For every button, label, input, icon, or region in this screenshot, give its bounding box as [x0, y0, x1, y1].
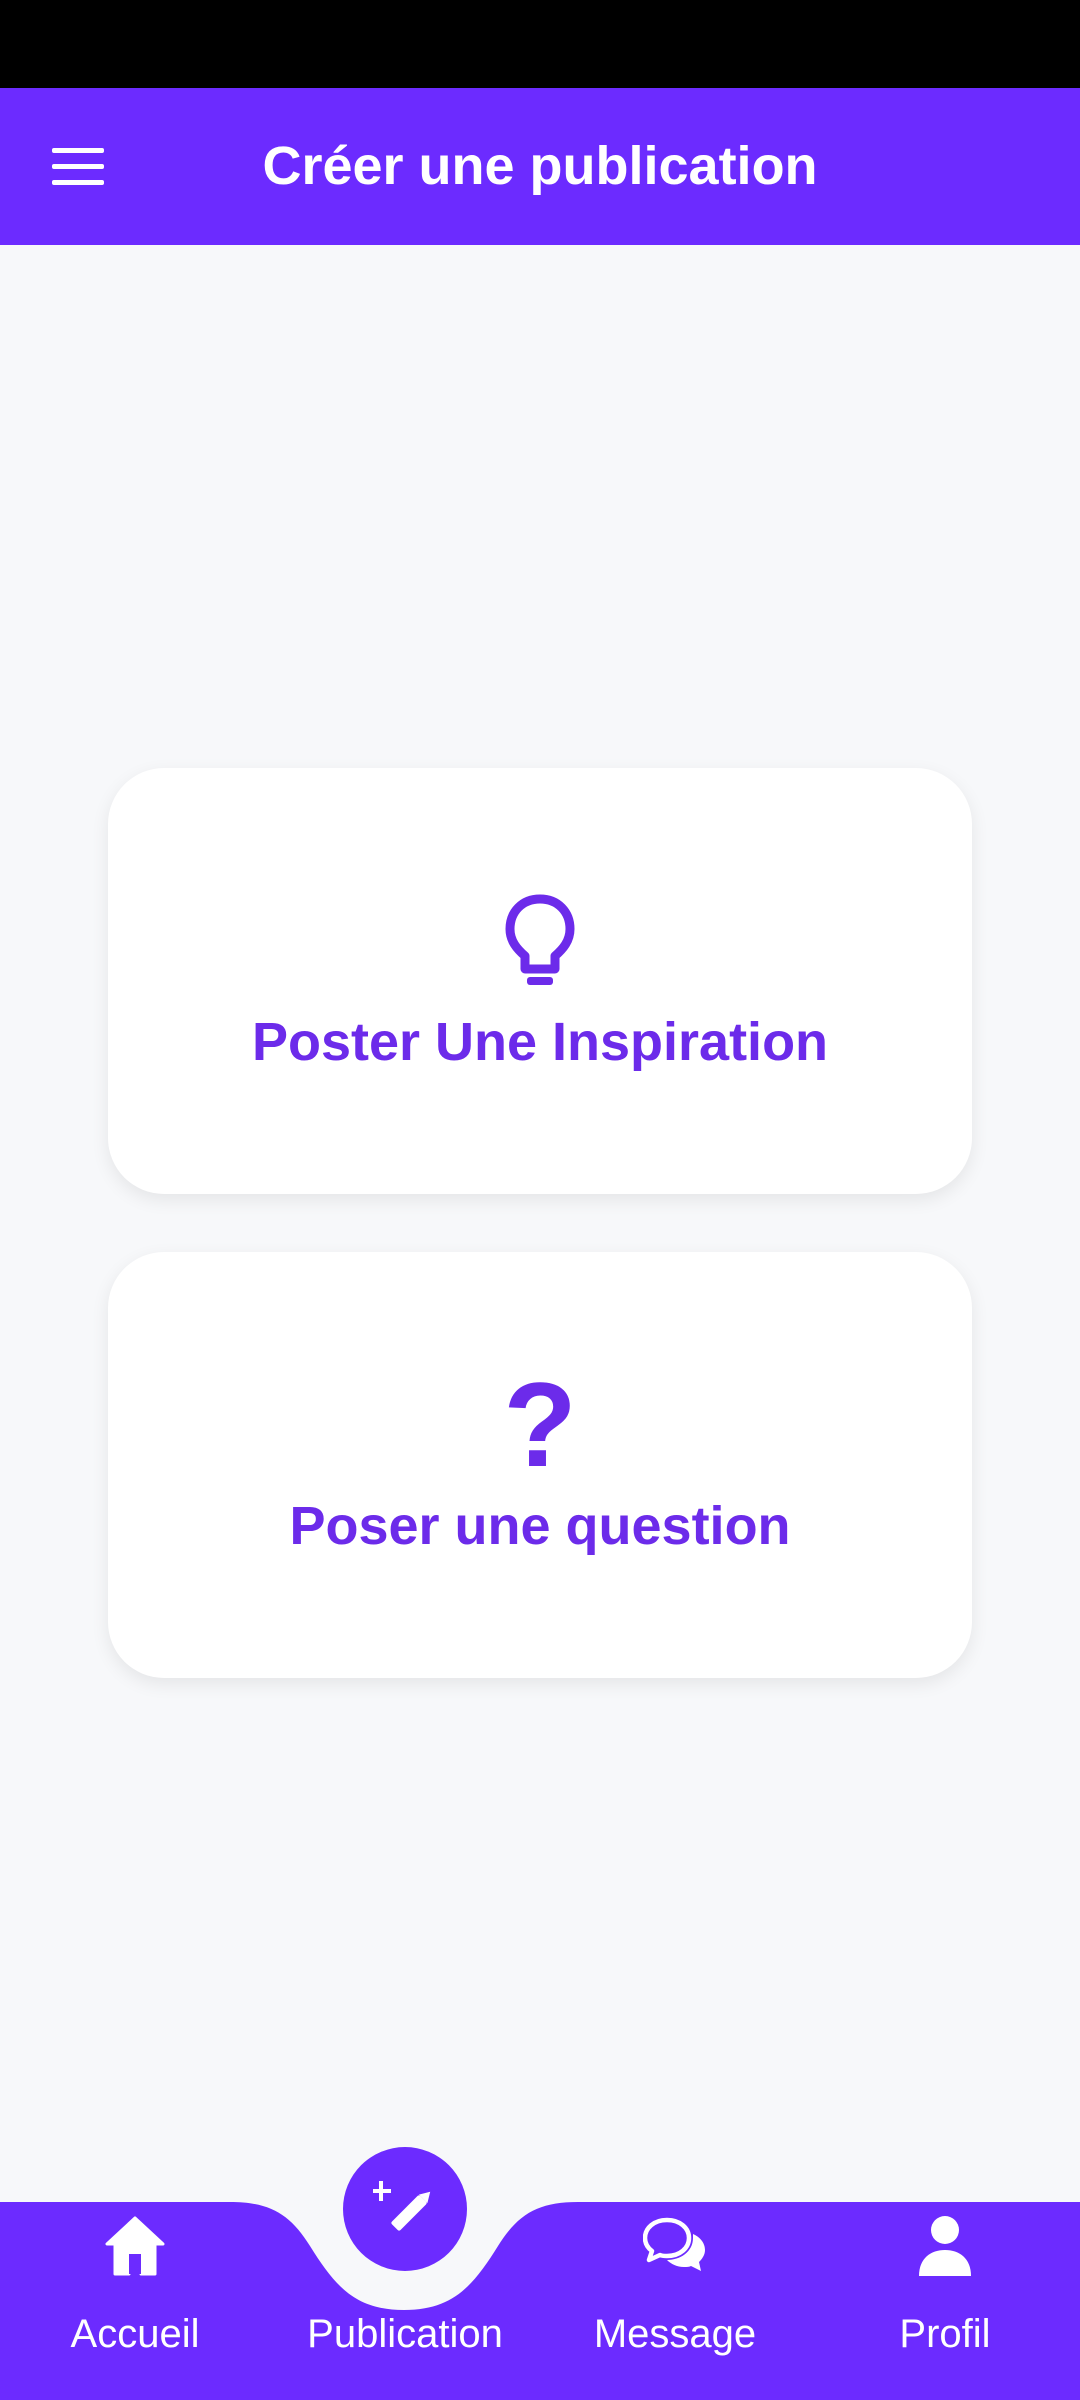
ask-question-label: Poser une question: [289, 1496, 791, 1556]
question-mark-icon: ?: [503, 1358, 577, 1492]
status-bar: [0, 0, 1080, 88]
magic-pencil-icon: [373, 2181, 431, 2231]
nav-item-message[interactable]: Message: [575, 2190, 775, 2390]
home-icon: [103, 2206, 167, 2286]
page-title: Créer une publication: [262, 136, 818, 196]
chat-bubbles-icon: [643, 2206, 707, 2286]
nav-item-accueil[interactable]: Accueil: [35, 2190, 235, 2390]
create-publication-fab[interactable]: [343, 2147, 467, 2271]
nav-label-accueil: Accueil: [70, 2312, 200, 2356]
post-inspiration-card[interactable]: Poster Une Inspiration: [108, 768, 972, 1194]
lightbulb-icon: [504, 889, 576, 993]
post-inspiration-label: Poster Une Inspiration: [251, 1012, 829, 1072]
ask-question-card[interactable]: ? Poser une question: [108, 1252, 972, 1678]
nav-label-publication: Publication: [307, 2312, 503, 2356]
bottom-navigation: Accueil Publication Message Profil: [0, 2150, 1080, 2400]
nav-label-message: Message: [593, 2312, 757, 2356]
nav-label-profil: Profil: [899, 2312, 991, 2356]
nav-item-profil[interactable]: Profil: [845, 2190, 1045, 2390]
app-bar: Créer une publication: [0, 88, 1080, 245]
person-icon: [917, 2206, 973, 2286]
